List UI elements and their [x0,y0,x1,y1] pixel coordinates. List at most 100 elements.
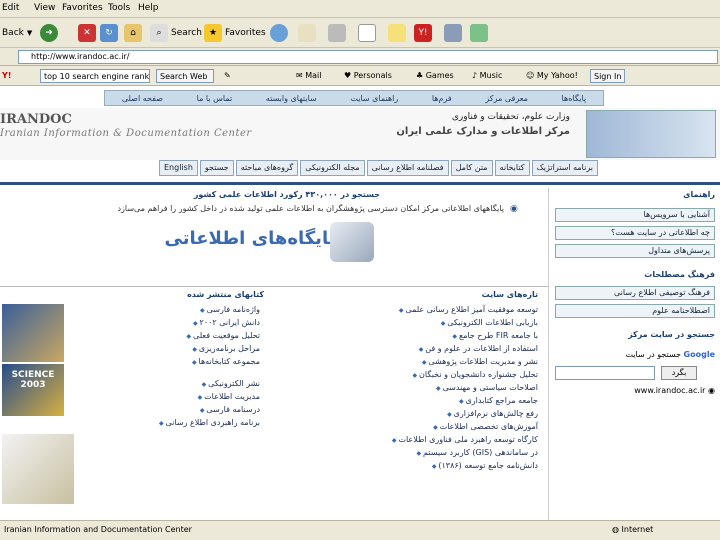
mail-toolbar-button[interactable] [298,22,319,44]
back-button[interactable]: Back ▼ [2,22,32,44]
menu-favorites[interactable]: Favorites [62,3,103,13]
print-button[interactable] [328,22,349,44]
published-item[interactable]: دانش ایرانی ۲۰۰۲ [70,317,260,330]
search-web-button[interactable]: Search Web [156,69,214,83]
menu-tab[interactable]: گروه‌های مباحثه [235,160,299,176]
messenger-button[interactable] [470,22,491,44]
guide-item-services[interactable]: آشنایی با سرویس‌ها [555,208,715,222]
status-text: Iranian Information and Documentation Ce… [4,525,192,534]
stop-button[interactable]: ✕ [78,22,99,44]
published-item[interactable]: واژه‌نامه فارسی [70,304,260,317]
note-icon [388,24,406,42]
menu-tab[interactable]: برنامه استراتژیک [531,160,598,176]
research-button[interactable] [444,22,465,44]
news-item[interactable]: کاربرد سیستم (GIS) در ساماندهی [280,447,538,460]
news-item[interactable]: کارگاه توسعه راهبرد ملی فناوری اطلاعات [280,434,538,447]
publication-item[interactable]: نشر الکترونیکی [70,378,260,391]
topnav-link[interactable]: فرم‌ها [432,94,452,103]
yahoo-logo-icon[interactable]: Y! [2,69,11,83]
search-label: Search [171,28,202,38]
google-logo-icon: Google [683,350,715,359]
favorites-button[interactable]: ★ Favorites [204,22,266,44]
music-link[interactable]: ♪ Music [472,69,502,83]
news-item[interactable]: تحلیل جشنواره دانشجویان و نخبگان [280,369,538,382]
databases-banner[interactable]: پایگاه‌های اطلاعاتی [150,228,350,249]
published-list: واژه‌نامه فارسیدانش ایرانی ۲۰۰۲تحلیل موق… [70,304,260,369]
topnav-link[interactable]: راهنمای سایت [350,94,398,103]
chevron-down-icon[interactable]: ▼ [27,29,32,37]
published-item[interactable]: تحلیل موقعیت فعلی [70,330,260,343]
menu-tab[interactable]: مجله الکترونیکی [300,160,365,176]
news-item[interactable]: رفع چالش‌های نرم‌افزاری [280,408,538,421]
menu-tools[interactable]: Tools [108,3,130,13]
topnav-link[interactable]: پایگاه‌ها [562,94,587,103]
search-button[interactable]: ⌕ Search [150,22,202,44]
home-icon: ⌂ [124,24,142,42]
published-item[interactable]: مجموعه کتابخانه‌ها [70,356,260,369]
topnav-link[interactable]: صفحه اصلی [122,94,163,103]
heart-icon: ♥ [344,71,354,80]
mail-link[interactable]: ✉ Mail [296,69,322,83]
main-content: جستجو در ۴۳۰,۰۰۰ رکورد اطلاعات علمی کشور… [0,188,548,520]
published-title: کتابهای منتشر شده [187,290,264,299]
menu-tab[interactable]: جستجو [199,160,234,176]
yahoo-toolbar-button[interactable]: Y! [414,22,435,44]
site-search-button[interactable]: بگرد [661,366,697,380]
menu-tab[interactable]: فصلنامه اطلاع رسانی [366,160,449,176]
glossary-title: فرهنگ مصطلحات [644,270,715,279]
menu-tab[interactable]: English [159,160,198,176]
topnav-link[interactable]: معرفی مرکز [485,94,528,103]
search-banner[interactable]: جستجو در ۴۳۰,۰۰۰ رکورد اطلاعات علمی کشور [140,190,380,199]
news-item[interactable]: اصلاحات سیاستی و مهندسی [280,382,539,395]
guide-item-content[interactable]: چه اطلاعاتی در سایت هست؟ [555,226,715,240]
internet-zone-label: Internet [621,525,654,534]
publication-cover-image[interactable] [2,434,74,504]
site-banner: IRANDOC Iranian Information & Documentat… [0,108,720,160]
menu-edit[interactable]: Edit [2,3,19,13]
web-page: پایگاه‌ها معرفی مرکز فرم‌ها راهنمای سایت سای… [0,86,720,520]
publication-item[interactable]: مدیریت اطلاعات [70,391,260,404]
menu-tab[interactable]: متن کامل [450,160,493,176]
media-button[interactable] [270,22,291,44]
book-cover-image[interactable] [2,304,64,362]
news-item[interactable]: طرح جامع FIR با جامعه [280,330,538,343]
personals-link[interactable]: ♥ Personals [344,69,392,83]
site-url-radio[interactable]: www.irandoc.ac.ir ◉ [555,386,715,395]
forward-button[interactable]: ➜ [40,22,61,44]
publication-item[interactable]: برنامه راهبردی اطلاع رسانی [70,417,261,430]
news-item[interactable]: استفاده از اطلاعات در علوم و فن [280,343,538,356]
news-item[interactable]: آموزش‌های تخصصی اطلاعات [280,421,538,434]
pencil-icon[interactable]: ✎ [224,69,231,83]
site-logo[interactable]: IRANDOC [0,112,72,127]
published-item[interactable]: مراحل برنامه‌ریزی [70,343,260,356]
mail-label: Mail [305,71,322,80]
menu-view[interactable]: View [34,3,55,13]
my-yahoo-link[interactable]: ☺ My Yahoo! [526,69,578,83]
menu-tab[interactable]: کتابخانه [494,160,530,176]
news-item[interactable]: نشر و مدیریت اطلاعات پژوهشی [280,356,538,369]
yahoo-toolbar: Y! top 10 search engine ranks Search Web… [0,66,720,86]
edit-button[interactable] [358,22,379,44]
notes-button[interactable] [388,22,409,44]
news-item[interactable]: جامعه مراجع کتابداری [280,395,538,408]
news-item[interactable]: توسعه موفقیت آمیز اطلاع رسانی علمی [280,304,538,317]
topnav-link[interactable]: سایتهای وابسته [266,94,317,103]
glossary-item-dictionary[interactable]: فرهنگ توصیفی اطلاع رسانی [555,286,715,300]
site-search-input[interactable] [555,366,655,380]
toolbar-search-input[interactable]: top 10 search engine ranks [40,69,150,83]
glossary-item-thesaurus[interactable]: اصطلاحنامه علوم [555,304,715,318]
publication-item[interactable]: درسنامه فارسی [70,404,260,417]
sign-in-button[interactable]: Sign In [590,69,626,83]
games-link[interactable]: ♣ Games [416,69,454,83]
status-bar: Iranian Information and Documentation Ce… [0,520,720,540]
news-item[interactable]: بازیابی اطلاعات الکترونیکی [280,317,538,330]
topnav-link[interactable]: تماس با ما [197,94,233,103]
home-button[interactable]: ⌂ [124,22,145,44]
intro-text: پایگاههای اطلاعاتی مرکز امکان دسترسی پژو… [117,204,504,213]
news-item[interactable]: دانش‌نامه جامع توسعه (۱۳۸۶) [280,460,538,473]
science-knowledge-cover[interactable]: SCIENCE 2003 [2,364,64,416]
menu-help[interactable]: Help [138,3,159,13]
refresh-button[interactable]: ↻ [100,22,121,44]
address-input[interactable]: http://www.irandoc.ac.ir/ [18,50,718,64]
guide-item-faq[interactable]: پرسش‌های متداول [555,244,715,258]
